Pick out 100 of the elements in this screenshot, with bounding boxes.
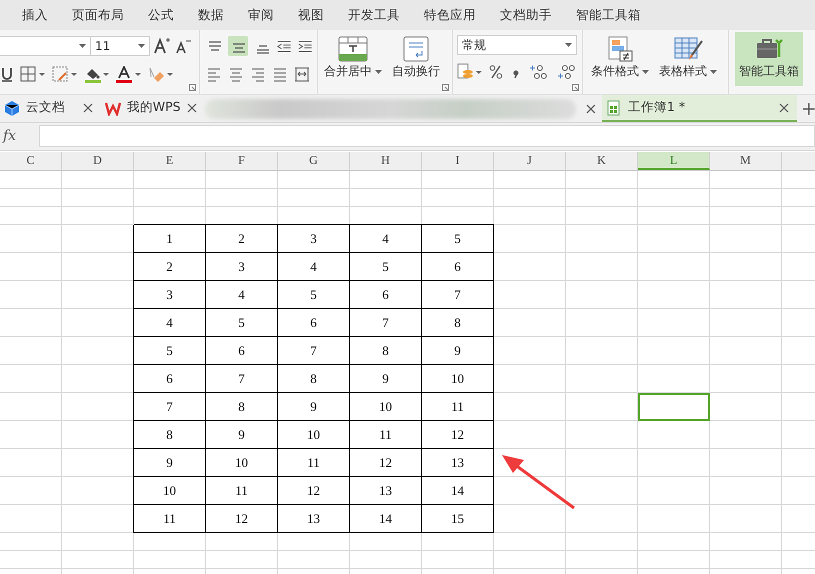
number-format-dropdown[interactable]: 常规 — [457, 35, 577, 55]
cell-style-icon[interactable] — [52, 66, 78, 82]
table-cell: 9 — [350, 365, 422, 393]
table-cell: 7 — [278, 337, 350, 365]
column-header[interactable]: H — [350, 152, 422, 170]
table-cell: 8 — [278, 365, 350, 393]
justify-icon[interactable] — [272, 66, 288, 82]
table-cell: 8 — [422, 309, 494, 337]
document-tab[interactable]: 工作簿1 * — [602, 95, 798, 122]
decrease-indent-icon[interactable] — [276, 38, 292, 54]
table-cell: 5 — [278, 281, 350, 309]
table-cell: 12 — [350, 449, 422, 477]
table-cell: 2 — [134, 253, 206, 281]
column-header[interactable]: I — [422, 152, 494, 170]
table-cell: 7 — [206, 365, 278, 393]
caret-icon[interactable] — [375, 70, 382, 74]
border-grid-icon[interactable] — [20, 66, 46, 82]
ribbon-tool-button[interactable]: 智能工具箱 — [735, 32, 803, 86]
font-size-dropdown[interactable]: 11 — [90, 36, 150, 56]
table-cell: 12 — [206, 505, 278, 533]
table-cell: 2 — [206, 225, 278, 253]
align-left-icon[interactable] — [206, 66, 222, 82]
table-cell: 4 — [350, 225, 422, 253]
table-cell: 8 — [350, 337, 422, 365]
distribute-icon[interactable] — [294, 66, 310, 82]
close-icon[interactable] — [586, 104, 596, 114]
font-grow-icon[interactable] — [153, 37, 171, 55]
menu-tab[interactable]: 开发工具 — [336, 6, 412, 24]
column-header[interactable]: G — [278, 152, 350, 170]
table-brush-icon[interactable] — [672, 35, 704, 63]
table-cell: 10 — [422, 365, 494, 393]
dialog-launcher-icon[interactable] — [189, 84, 196, 91]
table-cell: 5 — [422, 225, 494, 253]
table-cell: 6 — [278, 309, 350, 337]
table-cell: 6 — [206, 337, 278, 365]
caret-icon[interactable] — [565, 43, 572, 47]
increase-indent-icon[interactable] — [296, 38, 313, 54]
ribbon-tool-button[interactable]: 表格样式 — [655, 32, 721, 86]
table-cell: 13 — [350, 477, 422, 505]
table-cell: 5 — [134, 337, 206, 365]
dialog-launcher-icon[interactable] — [442, 84, 449, 91]
close-icon[interactable] — [82, 102, 93, 112]
merge-cells-icon[interactable] — [337, 35, 369, 63]
formula-input[interactable] — [39, 125, 815, 147]
document-tab[interactable]: 云文档 — [0, 95, 101, 122]
new-tab-icon[interactable] — [803, 102, 815, 114]
ribbon-tool-button[interactable]: 合并居中 — [320, 32, 386, 86]
currency-icon[interactable] — [457, 63, 483, 81]
underline-icon[interactable] — [0, 66, 14, 82]
menu-tab[interactable]: 页面布局 — [60, 6, 136, 24]
menu-tab[interactable]: 公式 — [136, 6, 186, 24]
column-header[interactable]: E — [134, 152, 206, 170]
table-cell: 14 — [350, 505, 422, 533]
align-right-icon[interactable] — [250, 66, 266, 82]
menu-tab[interactable]: 智能工具箱 — [564, 6, 653, 24]
caret-icon[interactable] — [642, 70, 649, 74]
table-cell: 9 — [134, 449, 206, 477]
menu-tab[interactable]: 数据 — [186, 6, 236, 24]
caret-icon[interactable] — [710, 70, 717, 74]
caret-icon[interactable] — [138, 44, 145, 48]
menu-tab[interactable]: 视图 — [286, 6, 336, 24]
active-cell[interactable] — [638, 393, 710, 421]
table-cell: 9 — [422, 337, 494, 365]
document-tab[interactable]: 我的WPS — [100, 95, 206, 122]
table-cell: 4 — [134, 309, 206, 337]
column-header[interactable]: L — [638, 152, 710, 170]
table-cell: 6 — [134, 365, 206, 393]
column-header[interactable]: F — [206, 152, 278, 170]
dialog-launcher-icon[interactable] — [572, 84, 579, 91]
table-cell: 4 — [278, 253, 350, 281]
spreadsheet-icon — [606, 100, 622, 116]
table-cell: 10 — [278, 421, 350, 449]
table-cell: 8 — [206, 393, 278, 421]
table-cell: 15 — [422, 505, 494, 533]
percent-icon[interactable] — [488, 64, 503, 80]
menu-tab[interactable]: 审阅 — [236, 6, 286, 24]
function-label[interactable]: fx — [0, 128, 39, 144]
menu-tab[interactable]: 插入 — [10, 6, 60, 24]
column-header[interactable]: M — [710, 152, 782, 170]
ribbon-tool-button[interactable]: 自动换行 — [388, 32, 444, 86]
menu-tab[interactable]: 特色应用 — [412, 6, 488, 24]
table-cell: 1 — [134, 225, 206, 253]
table-cell: 9 — [206, 421, 278, 449]
table-cell: 5 — [206, 309, 278, 337]
menu-tab[interactable]: 文档助手 — [488, 6, 564, 24]
ribbon-tool-button[interactable]: 条件格式 — [587, 32, 653, 86]
column-header[interactable]: D — [62, 152, 134, 170]
column-header[interactable]: C — [0, 152, 62, 170]
table-cell: 7 — [134, 393, 206, 421]
table-cell: 6 — [350, 281, 422, 309]
table-cell: 13 — [278, 505, 350, 533]
caret-icon[interactable] — [79, 44, 86, 48]
align-center-icon[interactable] — [228, 66, 244, 82]
column-header[interactable]: J — [494, 152, 566, 170]
close-icon[interactable] — [779, 102, 790, 112]
table-cell: 9 — [278, 393, 350, 421]
table-cell: 11 — [206, 477, 278, 505]
table-cell: 3 — [134, 281, 206, 309]
font-color-icon[interactable] — [116, 66, 142, 82]
close-icon[interactable] — [187, 102, 198, 112]
